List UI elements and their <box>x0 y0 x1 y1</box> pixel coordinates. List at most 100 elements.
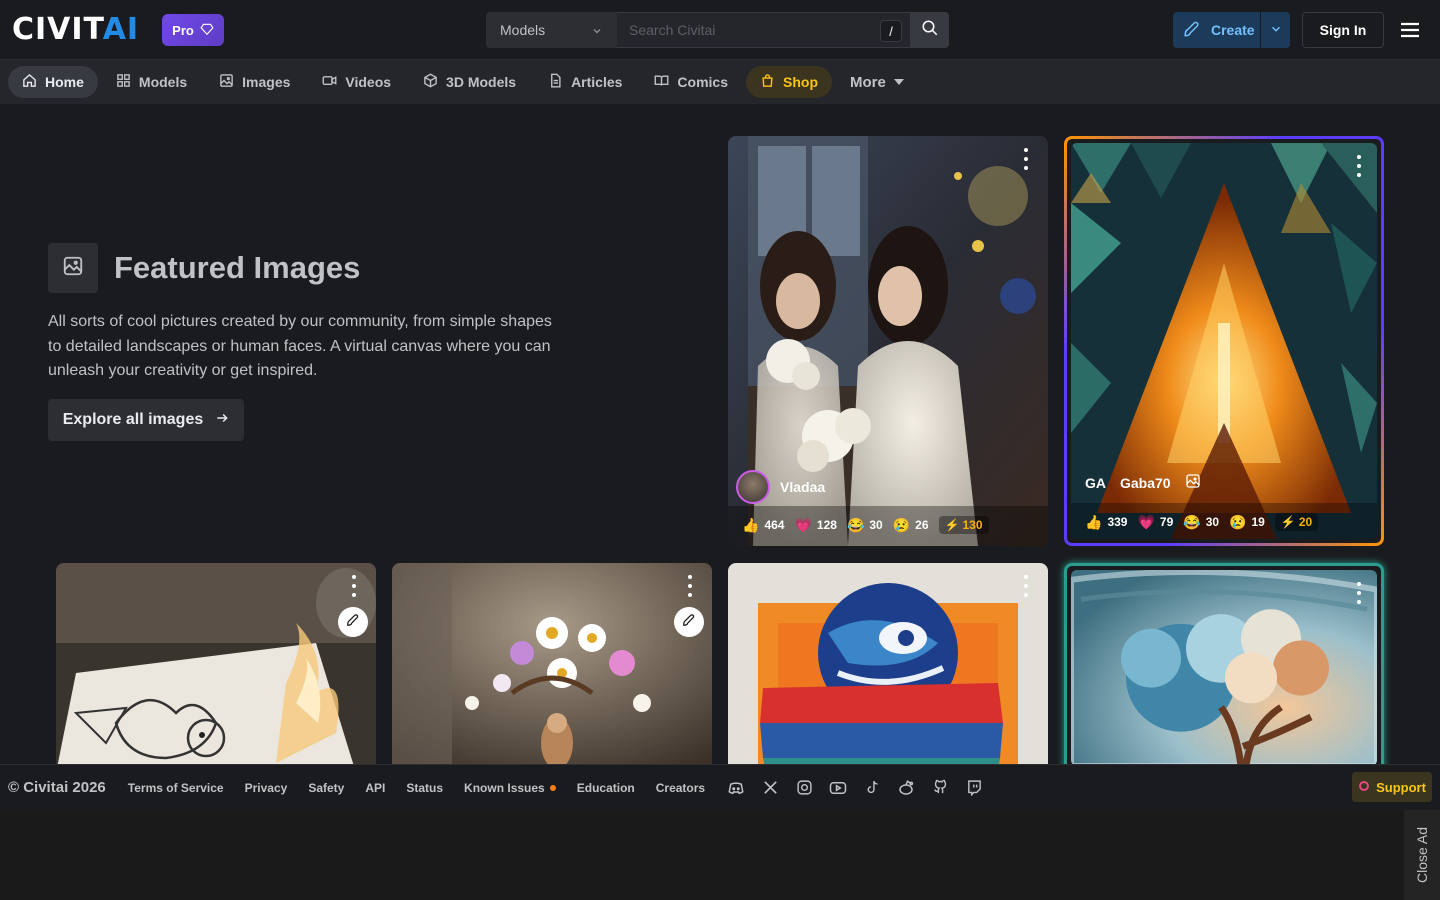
laugh-count: 30 <box>1205 515 1220 529</box>
document-icon <box>548 73 563 91</box>
footer-link-known-issues[interactable]: Known Issues <box>464 781 556 795</box>
footer-link-privacy[interactable]: Privacy <box>245 781 288 795</box>
image-card-dragon-sketch[interactable] <box>56 563 376 773</box>
card-options-icon[interactable] <box>1020 575 1032 597</box>
like-reaction[interactable]: 👍 464 <box>742 517 784 534</box>
youtube-icon[interactable] <box>828 778 848 798</box>
featured-images-icon-box <box>48 243 98 293</box>
nav-home[interactable]: Home <box>8 66 98 98</box>
nav-videos-label: Videos <box>345 74 392 90</box>
create-dropdown-toggle[interactable] <box>1261 12 1290 48</box>
nav-models[interactable]: Models <box>102 66 201 98</box>
card-options-icon[interactable] <box>348 575 360 597</box>
top-header: CIVITAI Pro Models Search Civitai / Crea… <box>0 0 1440 60</box>
lightning-icon: ⚡ <box>1280 515 1296 529</box>
heart-reaction[interactable]: 💗 79 <box>1137 514 1173 531</box>
nav-more[interactable]: More <box>836 66 918 98</box>
discord-icon[interactable] <box>726 778 746 798</box>
heart-count: 128 <box>816 518 837 532</box>
featured-images-description: All sorts of cool pictures created by ou… <box>48 313 552 379</box>
search-shortcut-key: / <box>880 20 902 42</box>
heart-count: 79 <box>1159 515 1174 529</box>
cry-count: 19 <box>1251 515 1265 529</box>
support-button[interactable]: Support <box>1352 772 1432 802</box>
create-button[interactable]: Create <box>1173 12 1290 48</box>
card-options-icon[interactable] <box>1353 582 1365 604</box>
image-card-globe[interactable] <box>728 563 1048 773</box>
nav-articles[interactable]: Articles <box>534 66 636 98</box>
tiktok-icon[interactable] <box>862 778 882 798</box>
card-options-icon[interactable] <box>1020 148 1032 170</box>
laugh-reaction[interactable]: 😂 30 <box>1183 514 1219 531</box>
pro-button[interactable]: Pro <box>162 14 224 46</box>
card-image-paper-cut-tree <box>1071 570 1377 766</box>
reddit-icon[interactable] <box>896 778 916 798</box>
search-button[interactable] <box>911 12 949 48</box>
laugh-reaction[interactable]: 😂 30 <box>847 517 883 534</box>
instagram-icon[interactable] <box>794 778 814 798</box>
logo-text-accent: AI <box>102 12 140 47</box>
cry-reaction[interactable]: 😢 26 <box>893 517 929 534</box>
card-reactions: 👍 464 💗 128 😂 30 😢 26 ⚡ 130 <box>742 516 989 534</box>
create-label: Create <box>1211 22 1255 38</box>
heart-icon: 💗 <box>794 516 812 533</box>
footer-link-education[interactable]: Education <box>577 781 635 795</box>
buzz-tip[interactable]: ⚡ 20 <box>1274 513 1319 531</box>
remix-button[interactable] <box>674 607 704 637</box>
nav-comics[interactable]: Comics <box>640 66 742 98</box>
nav-shop[interactable]: Shop <box>746 66 832 98</box>
x-icon[interactable] <box>760 778 780 798</box>
brush-icon <box>1183 20 1201 41</box>
buzz-tip[interactable]: ⚡ 130 <box>938 516 989 534</box>
card-username: Vladaa <box>780 479 826 495</box>
image-card-paper-tree[interactable] <box>1064 563 1384 773</box>
image-card-vladaa[interactable]: Vladaa 👍 464 💗 128 😂 30 😢 26 ⚡ 130 <box>728 136 1048 546</box>
buzz-count: 20 <box>1298 515 1313 529</box>
copyright-text: © Civitai 2026 <box>8 779 106 796</box>
thumbs-up-icon: 👍 <box>742 516 760 533</box>
remix-button[interactable] <box>338 607 368 637</box>
like-count: 464 <box>764 518 785 532</box>
civitai-logo[interactable]: CIVITAI <box>12 14 139 46</box>
github-icon[interactable] <box>930 778 950 798</box>
search-scope-value: Models <box>500 22 546 38</box>
nav-comics-label: Comics <box>677 74 728 90</box>
lifebuoy-icon <box>1358 780 1370 795</box>
footer-link-api[interactable]: API <box>365 781 385 795</box>
image-card-gaba70[interactable]: GA Gaba70 👍 339 💗 79 😂 30 😢 19 ⚡ 20 <box>1064 136 1384 546</box>
footer-link-terms[interactable]: Terms of Service <box>128 781 224 795</box>
search-input[interactable]: Search Civitai / <box>617 12 911 48</box>
support-label: Support <box>1376 779 1426 795</box>
status-dot <box>549 784 556 791</box>
image-card-flowers[interactable] <box>392 563 712 773</box>
explore-all-images-button[interactable]: Explore all images <box>48 399 244 441</box>
thumbs-up-icon: 👍 <box>1085 513 1103 530</box>
buzz-count: 130 <box>962 518 983 532</box>
video-icon <box>322 73 337 91</box>
nav-3d-models[interactable]: 3D Models <box>409 66 530 98</box>
hamburger-menu-icon[interactable] <box>1398 18 1422 42</box>
nav-more-label: More <box>850 73 886 91</box>
twitch-icon[interactable] <box>964 778 984 798</box>
footer-link-safety[interactable]: Safety <box>308 781 344 795</box>
close-ad-button[interactable]: Close Ad <box>1404 810 1440 900</box>
search-scope-select[interactable]: Models <box>486 12 617 48</box>
brush-icon <box>682 613 696 632</box>
footer-link-creators[interactable]: Creators <box>656 781 705 795</box>
heart-reaction[interactable]: 💗 128 <box>794 517 836 534</box>
nav-videos[interactable]: Videos <box>308 66 405 98</box>
card-options-icon[interactable] <box>684 575 696 597</box>
card-author[interactable]: Vladaa <box>736 470 825 504</box>
caret-down-icon <box>893 74 904 91</box>
logo-text-main: CIVIT <box>12 12 103 47</box>
footer-link-status[interactable]: Status <box>406 781 443 795</box>
lightning-icon: ⚡ <box>944 518 960 532</box>
search-bar: Models Search Civitai / <box>486 12 949 48</box>
nav-images[interactable]: Images <box>205 66 304 98</box>
nav-home-label: Home <box>45 74 84 90</box>
cry-reaction[interactable]: 😢 19 <box>1229 514 1265 531</box>
card-options-icon[interactable] <box>1353 155 1365 177</box>
card-author[interactable]: GA Gaba70 <box>1085 473 1201 492</box>
sign-in-button[interactable]: Sign In <box>1302 12 1384 48</box>
like-reaction[interactable]: 👍 339 <box>1085 514 1127 531</box>
